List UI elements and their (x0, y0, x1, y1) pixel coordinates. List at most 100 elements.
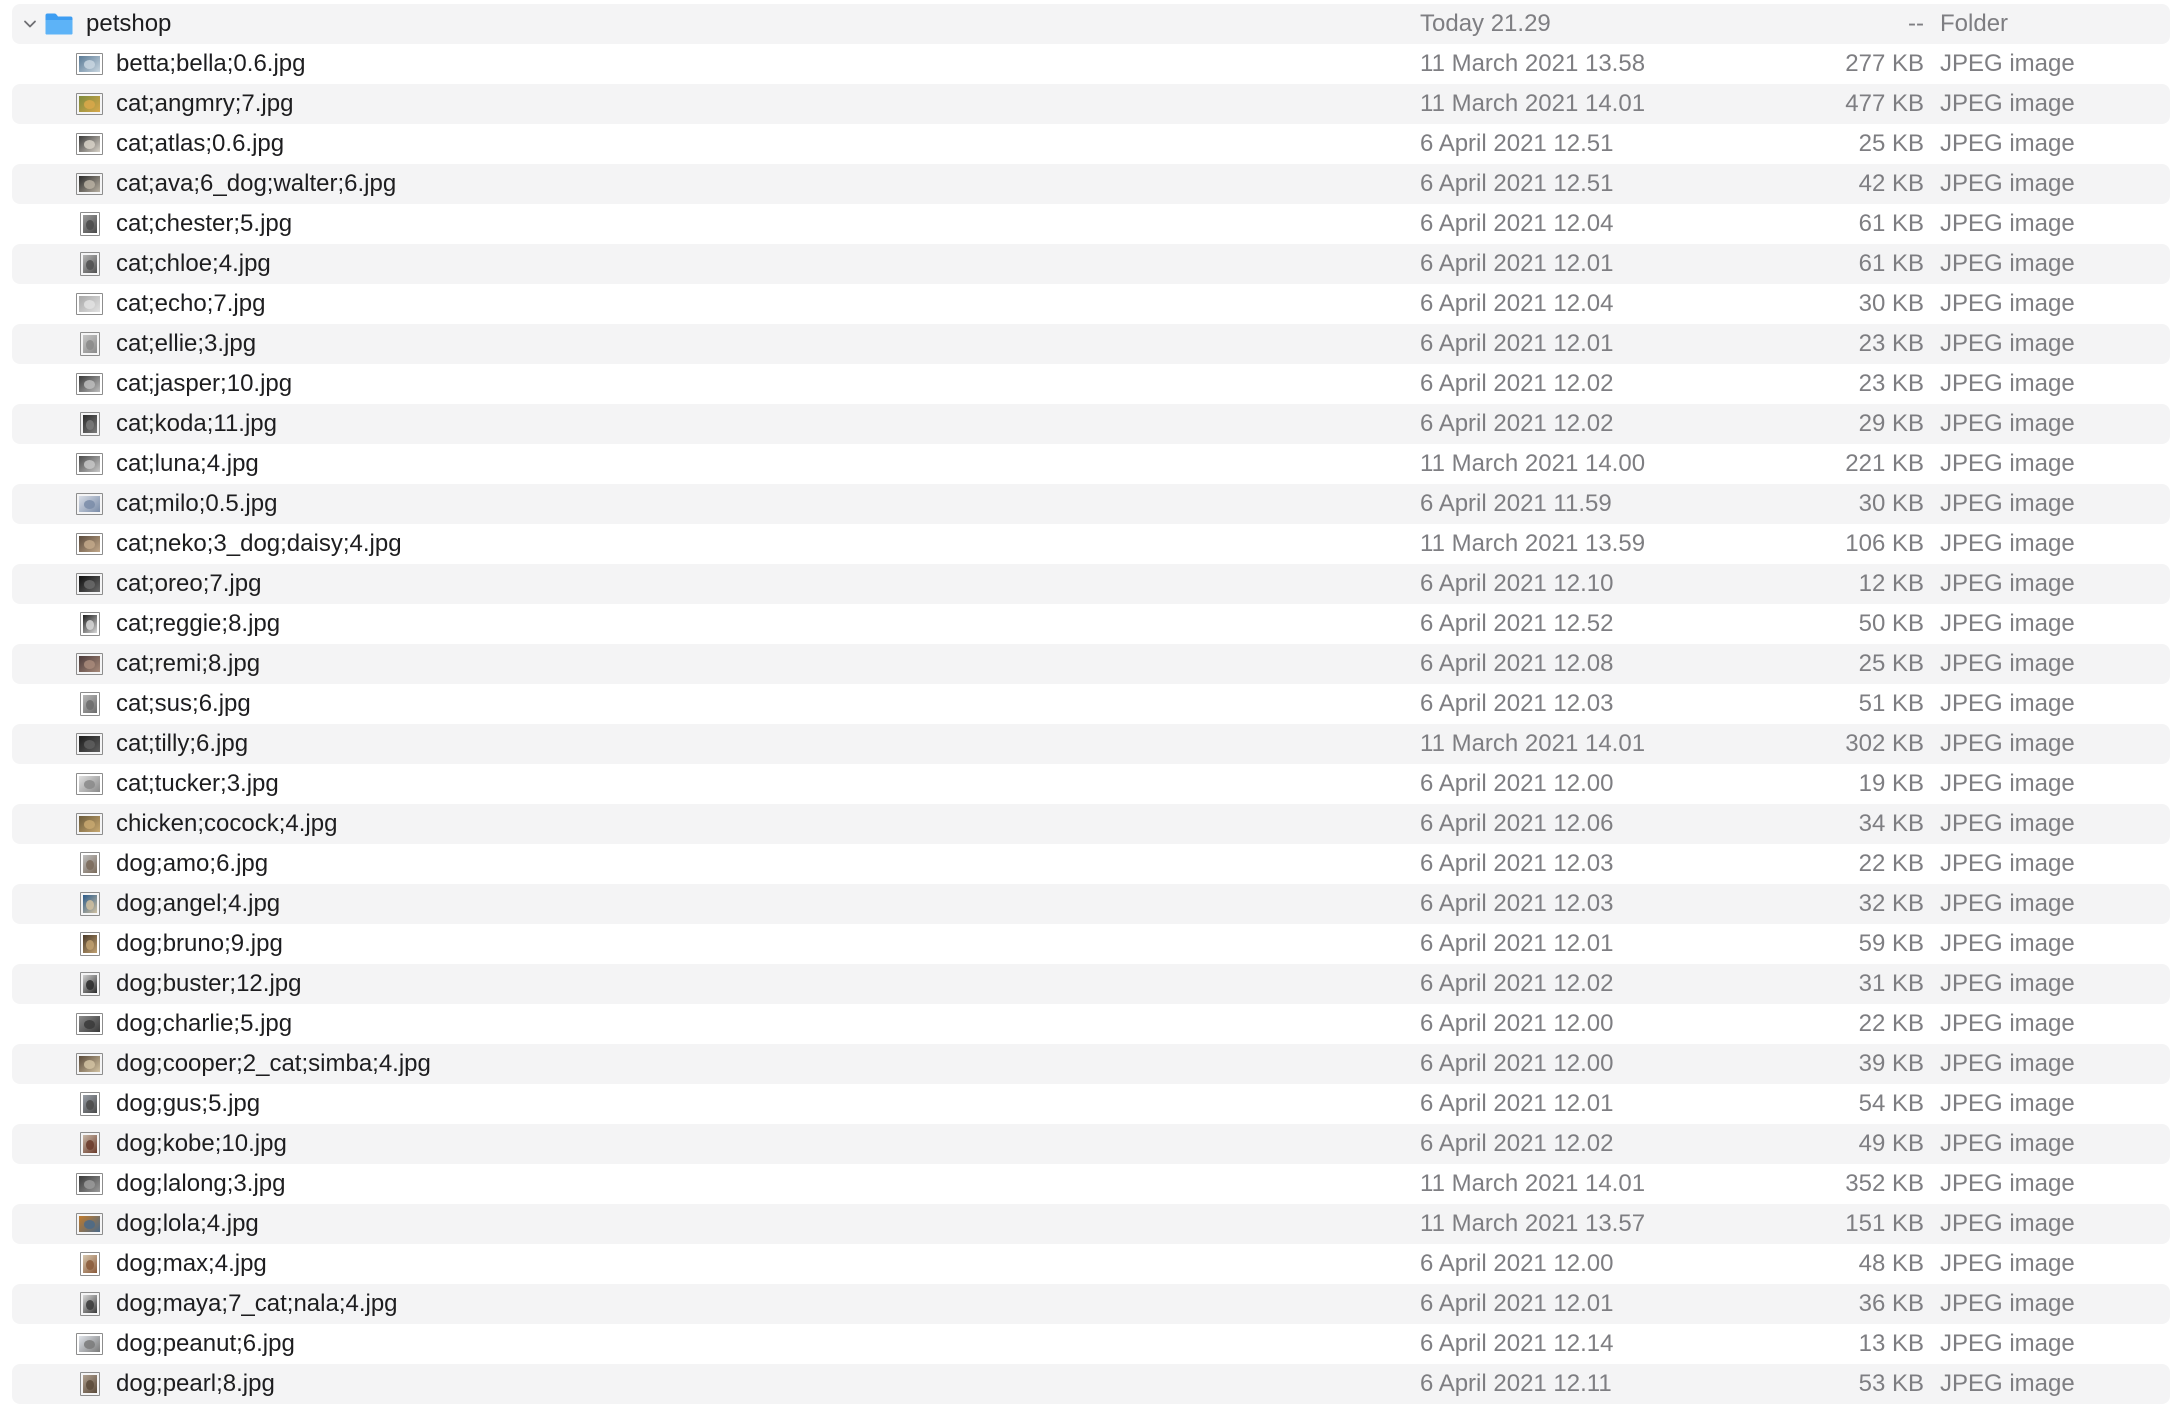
jpeg-thumbnail-icon (76, 53, 103, 75)
folder-name: petshop (86, 10, 172, 37)
file-row[interactable]: cat;atlas;0.6.jpg 6 April 2021 12.51 25 KB… (12, 124, 2170, 164)
file-date: 6 April 2021 12.52 (1420, 610, 1614, 637)
file-kind: JPEG image (1940, 330, 2075, 357)
file-name: cat;luna;4.jpg (116, 450, 259, 477)
file-size: 221 KB (1845, 450, 1924, 477)
file-size: 42 KB (1858, 170, 1924, 197)
thumbnail-subject (86, 940, 95, 950)
file-row[interactable]: dog;lalong;3.jpg 11 March 2021 14.01 352 K… (12, 1164, 2170, 1204)
folder-row-petshop[interactable]: petshop Today 21.29 -- Folder (12, 4, 2170, 44)
file-kind: JPEG image (1940, 1330, 2075, 1357)
file-row[interactable]: cat;luna;4.jpg 11 March 2021 14.00 221 KB J… (12, 444, 2170, 484)
file-name: dog;lalong;3.jpg (116, 1170, 286, 1197)
file-row[interactable]: dog;charlie;5.jpg 6 April 2021 12.00 22 KB… (12, 1004, 2170, 1044)
file-date: 11 March 2021 14.01 (1420, 1170, 1646, 1197)
file-row[interactable]: dog;pearl;8.jpg 6 April 2021 12.11 53 KB JP… (12, 1364, 2170, 1404)
file-row[interactable]: cat;milo;0.5.jpg 6 April 2021 11.59 30 KB J… (12, 484, 2170, 524)
file-name: cat;neko;3_dog;daisy;4.jpg (116, 530, 402, 557)
file-kind: JPEG image (1940, 1250, 2075, 1277)
file-date: 6 April 2021 12.04 (1420, 210, 1614, 237)
file-kind: JPEG image (1940, 210, 2075, 237)
file-size: 51 KB (1858, 690, 1924, 717)
file-date: 6 April 2021 12.04 (1420, 290, 1614, 317)
jpeg-thumbnail-icon (76, 373, 103, 395)
file-row[interactable]: cat;chester;5.jpg 6 April 2021 12.04 61 KB… (12, 204, 2170, 244)
file-kind: JPEG image (1940, 1210, 2075, 1237)
file-row[interactable]: cat;oreo;7.jpg 6 April 2021 12.10 12 KB JPE… (12, 564, 2170, 604)
file-date: 11 March 2021 13.57 (1420, 1210, 1646, 1237)
file-kind: JPEG image (1940, 730, 2075, 757)
file-date: 6 April 2021 12.02 (1420, 370, 1614, 397)
jpeg-thumbnail-icon (76, 293, 103, 315)
file-row[interactable]: dog;buster;12.jpg 6 April 2021 12.02 31 KB… (12, 964, 2170, 1004)
file-row[interactable]: cat;tucker;3.jpg 6 April 2021 12.00 19 KB J… (12, 764, 2170, 804)
file-kind: JPEG image (1940, 490, 2075, 517)
folder-icon (45, 13, 73, 35)
file-row[interactable]: dog;angel;4.jpg 6 April 2021 12.03 32 KB JP… (12, 884, 2170, 924)
file-row[interactable]: cat;neko;3_dog;daisy;4.jpg 11 March 2021 … (12, 524, 2170, 564)
file-row[interactable]: cat;koda;11.jpg 6 April 2021 12.02 29 KB JP… (12, 404, 2170, 444)
file-row[interactable]: dog;max;4.jpg 6 April 2021 12.00 48 KB JPEG… (12, 1244, 2170, 1284)
file-row[interactable]: dog;kobe;10.jpg 6 April 2021 12.02 49 KB JP… (12, 1124, 2170, 1164)
file-kind: JPEG image (1940, 130, 2075, 157)
file-size: 12 KB (1858, 570, 1924, 597)
file-name: cat;tilly;6.jpg (116, 730, 249, 757)
file-kind: JPEG image (1940, 770, 2075, 797)
file-row[interactable]: cat;ellie;3.jpg 6 April 2021 12.01 23 KB JP… (12, 324, 2170, 364)
jpeg-thumbnail-icon (76, 173, 103, 195)
file-date: 6 April 2021 12.01 (1420, 330, 1614, 357)
file-row[interactable]: cat;echo;7.jpg 6 April 2021 12.04 30 KB JPE… (12, 284, 2170, 324)
file-row[interactable]: cat;chloe;4.jpg 6 April 2021 12.01 61 KB JP… (12, 244, 2170, 284)
file-date: 6 April 2021 11.59 (1420, 490, 1612, 517)
thumbnail-subject (86, 980, 95, 990)
file-row[interactable]: dog;gus;5.jpg 6 April 2021 12.01 54 KB JPEG… (12, 1084, 2170, 1124)
jpeg-thumbnail-icon (76, 573, 103, 595)
file-row[interactable]: betta;bella;0.6.jpg 11 March 2021 13.58 27… (12, 44, 2170, 84)
file-row[interactable]: chicken;cocock;4.jpg 6 April 2021 12.06 34… (12, 804, 2170, 844)
file-size: 36 KB (1858, 1290, 1924, 1317)
file-size: 19 KB (1858, 770, 1924, 797)
file-name: dog;amo;6.jpg (116, 850, 269, 877)
file-kind: JPEG image (1940, 610, 2075, 637)
file-name: dog;maya;7_cat;nala;4.jpg (116, 1290, 398, 1317)
file-row[interactable]: cat;remi;8.jpg 6 April 2021 12.08 25 KB JPE… (12, 644, 2170, 684)
jpeg-thumbnail-icon (76, 1013, 103, 1035)
file-kind: JPEG image (1940, 370, 2075, 397)
file-kind: JPEG image (1940, 90, 2075, 117)
file-row[interactable]: cat;reggie;8.jpg 6 April 2021 12.52 50 KB J… (12, 604, 2170, 644)
chevron-down-icon[interactable] (22, 16, 38, 32)
jpeg-thumbnail-icon (76, 493, 103, 515)
jpeg-thumbnail-icon (76, 1053, 103, 1075)
file-row[interactable]: dog;cooper;2_cat;simba;4.jpg 6 April 2021… (12, 1044, 2170, 1084)
file-row[interactable]: dog;lola;4.jpg 11 March 2021 13.57 151 KB J… (12, 1204, 2170, 1244)
file-row[interactable]: cat;tilly;6.jpg 11 March 2021 14.01 302 KB… (12, 724, 2170, 764)
file-size: 30 KB (1858, 290, 1924, 317)
folder-date: Today 21.29 (1420, 10, 1551, 37)
file-date: 6 April 2021 12.03 (1420, 850, 1614, 877)
file-size: 22 KB (1858, 1010, 1924, 1037)
jpeg-thumbnail-icon (80, 972, 100, 996)
file-size: 13 KB (1858, 1330, 1924, 1357)
jpeg-thumbnail-icon (76, 1173, 103, 1195)
file-row[interactable]: cat;jasper;10.jpg 6 April 2021 12.02 23 KB… (12, 364, 2170, 404)
file-size: 29 KB (1858, 410, 1924, 437)
jpeg-thumbnail-icon (80, 1292, 100, 1316)
file-date: 11 March 2021 14.01 (1420, 730, 1646, 757)
jpeg-thumbnail-icon (80, 212, 100, 236)
file-date: 6 April 2021 12.10 (1420, 570, 1614, 597)
file-row[interactable]: cat;ava;6_dog;walter;6.jpg 6 April 2021 1… (12, 164, 2170, 204)
file-date: 6 April 2021 12.01 (1420, 1090, 1614, 1117)
file-row[interactable]: dog;amo;6.jpg 6 April 2021 12.03 22 KB JPEG… (12, 844, 2170, 884)
file-kind: JPEG image (1940, 1370, 2075, 1397)
file-row[interactable]: dog;peanut;6.jpg 6 April 2021 12.14 13 KB J… (12, 1324, 2170, 1364)
file-size: 30 KB (1858, 490, 1924, 517)
file-row[interactable]: cat;sus;6.jpg 6 April 2021 12.03 51 KB JPEG… (12, 684, 2170, 724)
file-row[interactable]: cat;angmry;7.jpg 11 March 2021 14.01 477 K… (12, 84, 2170, 124)
file-kind: JPEG image (1940, 250, 2075, 277)
file-name: cat;ava;6_dog;walter;6.jpg (116, 170, 397, 197)
file-row[interactable]: dog;bruno;9.jpg 6 April 2021 12.01 59 KB JP… (12, 924, 2170, 964)
file-kind: JPEG image (1940, 1050, 2075, 1077)
jpeg-thumbnail-icon (80, 1372, 100, 1396)
file-name: cat;atlas;0.6.jpg (116, 130, 285, 157)
file-row[interactable]: dog;maya;7_cat;nala;4.jpg 6 April 2021 12… (12, 1284, 2170, 1324)
